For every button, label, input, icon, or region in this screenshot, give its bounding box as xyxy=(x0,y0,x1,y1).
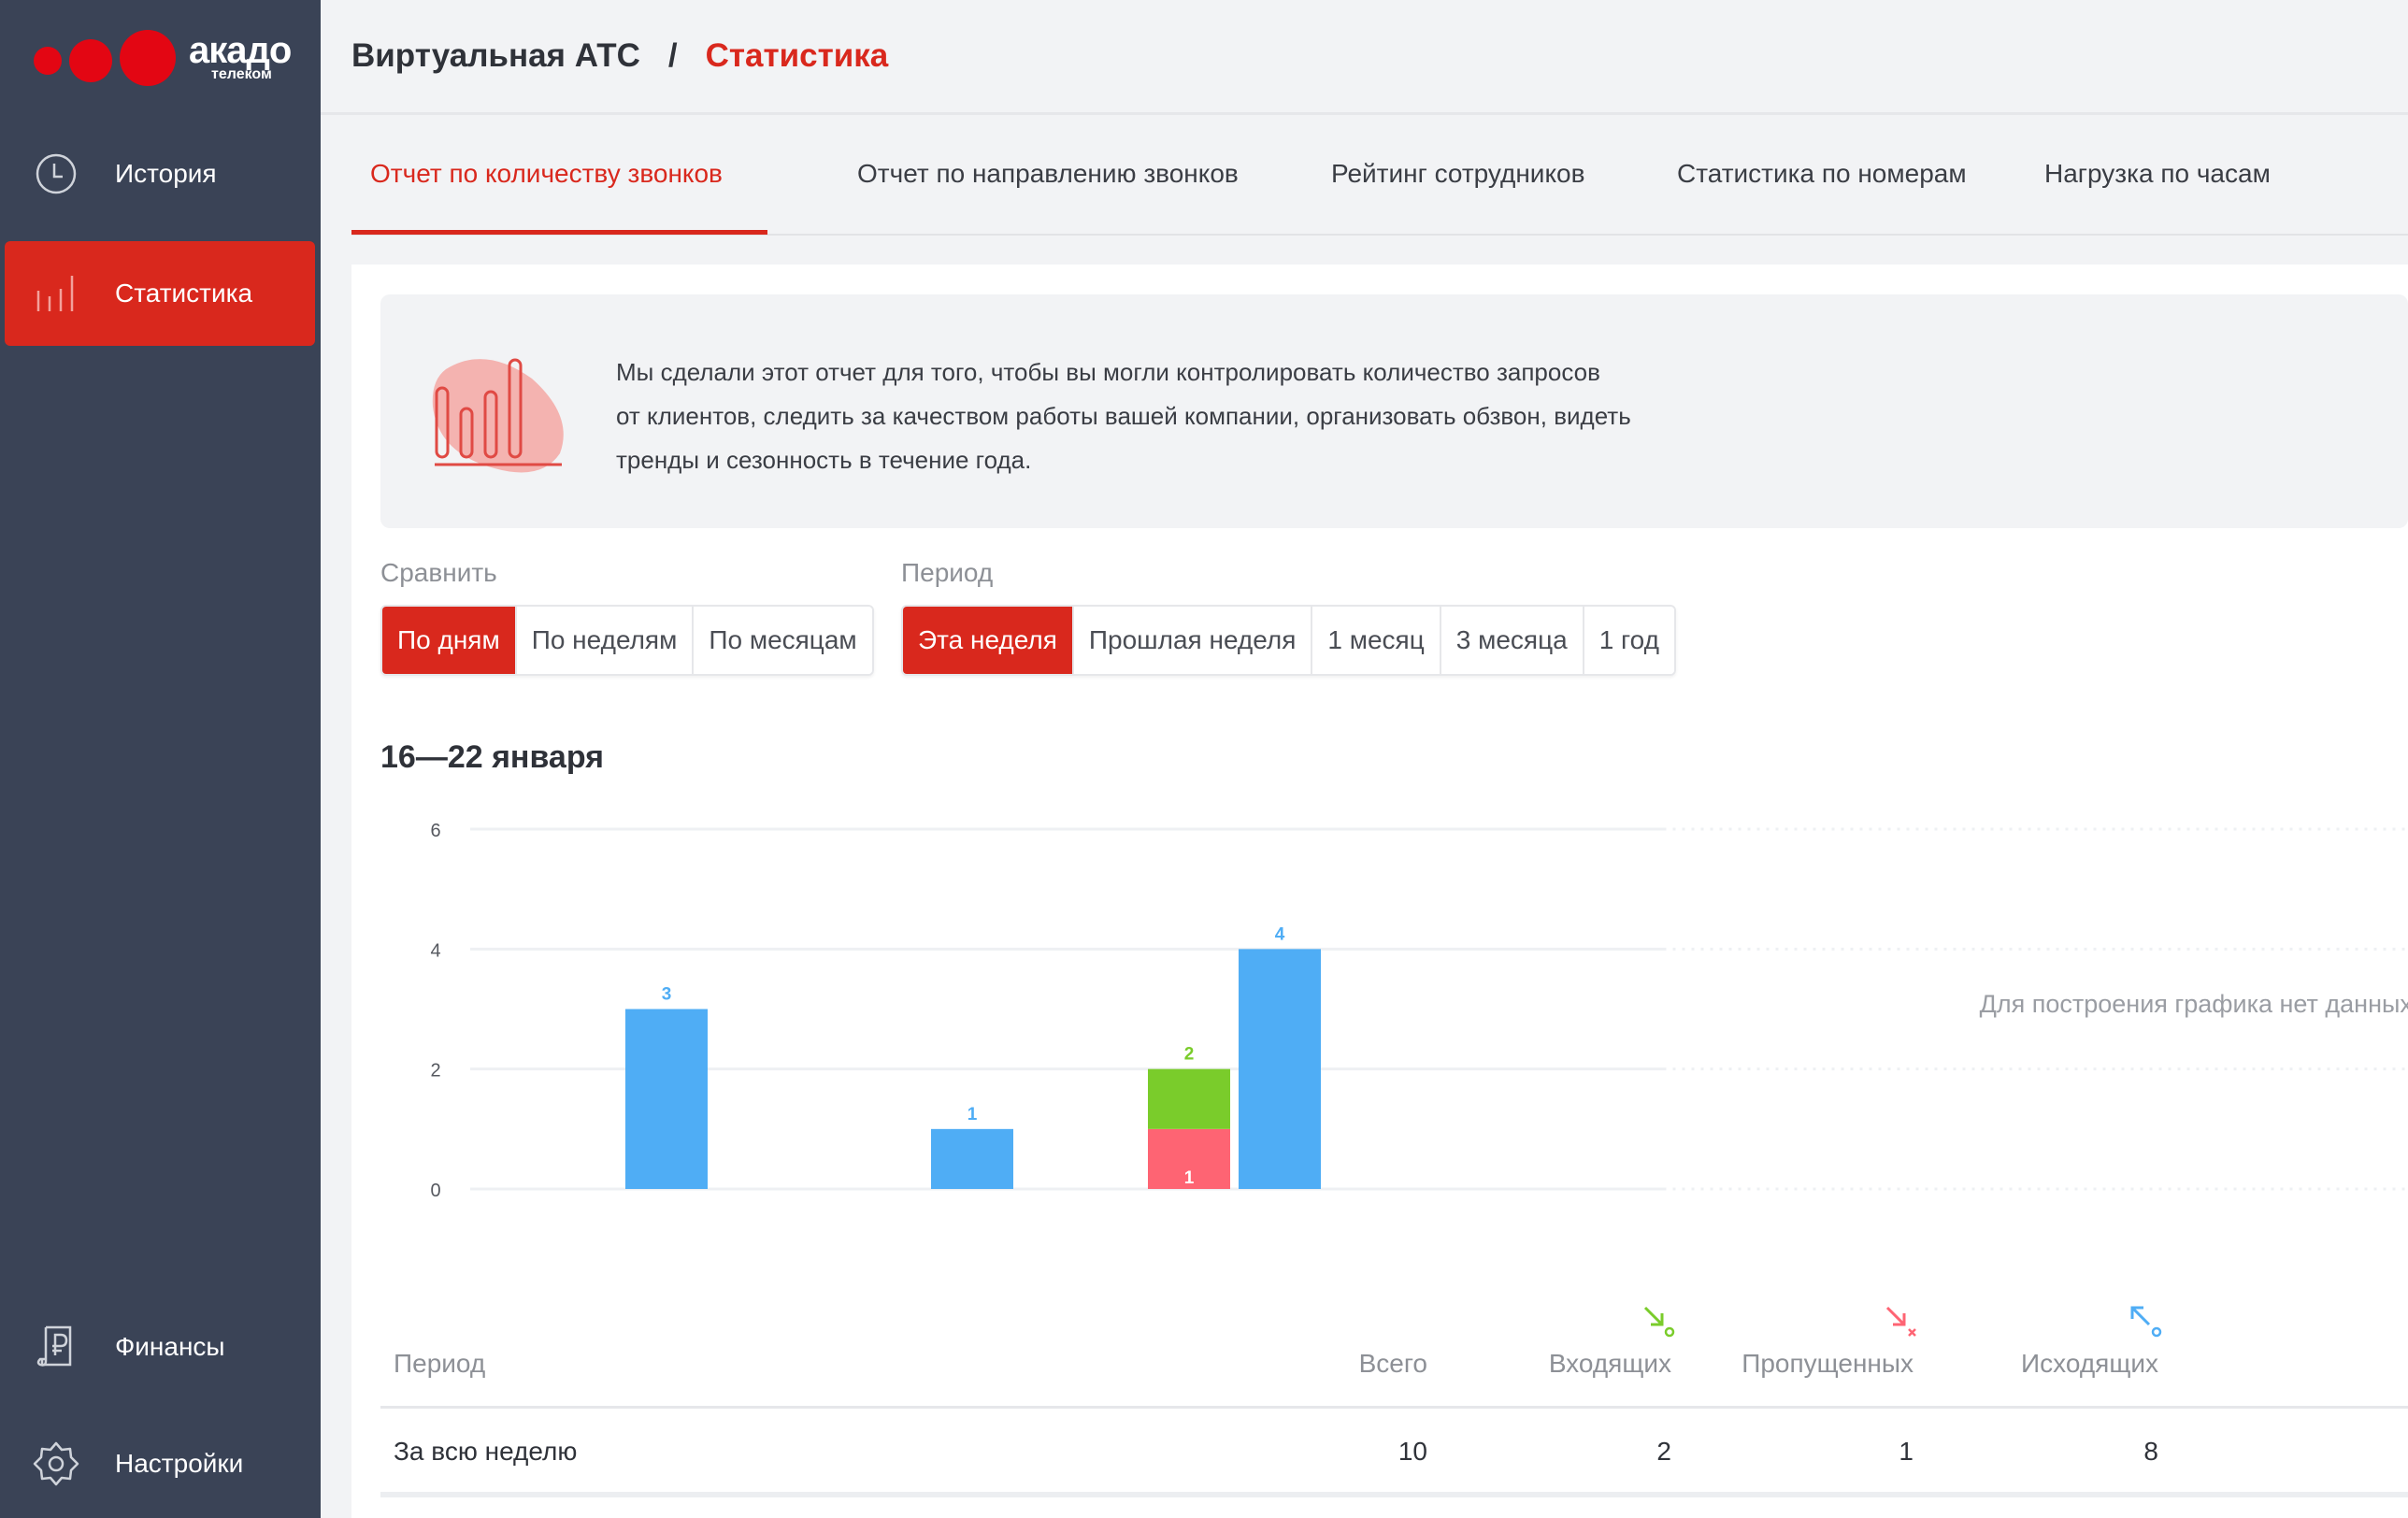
compare-option-months[interactable]: По месяцам xyxy=(694,607,872,674)
info-box: Мы сделали этот отчет для того, чтобы вы… xyxy=(380,294,2408,528)
bar-value-label: 1 xyxy=(1184,1168,1195,1188)
sidebar-item-settings[interactable]: Настройки xyxy=(5,1411,315,1516)
ruble-document-icon xyxy=(36,1325,72,1367)
col-incoming-label: Входящих xyxy=(1548,1349,1671,1378)
sidebar-item-finance[interactable]: Финансы xyxy=(5,1295,315,1399)
logo-subtext: телеком xyxy=(211,66,272,82)
sidebar: акадо телеком История Статистика Финансы… xyxy=(0,0,321,1518)
period-option-1-year[interactable]: 1 год xyxy=(1584,607,1674,674)
bar-outgoing xyxy=(931,1128,1013,1189)
breadcrumb-parent[interactable]: Виртуальная АТС xyxy=(351,37,640,74)
logo-text: акадо xyxy=(189,30,292,71)
tab-calls-count[interactable]: Отчет по количеству звонков xyxy=(370,159,723,189)
sidebar-item-label: Финансы xyxy=(115,1332,225,1361)
y-tick-label: 4 xyxy=(430,940,440,961)
active-tab-indicator xyxy=(351,230,767,235)
sidebar-item-label: Статистика xyxy=(115,279,253,308)
calls-bar-chart: 0246ПнВтСрЧтПтСб31124Для построения граф… xyxy=(430,821,2408,1201)
sidebar-item-label: История xyxy=(115,159,217,188)
cell-outgoing: 8 xyxy=(2143,1437,2158,1466)
period-option-last-week[interactable]: Прошлая неделя xyxy=(1073,607,1313,674)
clock-icon xyxy=(36,153,77,194)
chart-illustration-icon xyxy=(432,358,564,473)
sidebar-item-statistics[interactable]: Статистика xyxy=(5,241,315,346)
y-tick-label: 2 xyxy=(430,1061,440,1081)
bar-outgoing xyxy=(1239,949,1321,1189)
cell-missed: 1 xyxy=(1899,1437,1914,1466)
cell-total: 10 xyxy=(1398,1437,1427,1466)
tab-hourly-load[interactable]: Нагрузка по часам xyxy=(2044,159,2271,189)
outgoing-call-icon xyxy=(2130,1306,2162,1338)
compare-option-days[interactable]: По дням xyxy=(382,607,517,674)
breadcrumb-current: Статистика xyxy=(705,37,889,74)
logo[interactable]: акадо телеком xyxy=(34,28,295,88)
report-panel: Мы сделали этот отчет для того, чтобы вы… xyxy=(351,265,2408,1518)
gear-icon xyxy=(33,1441,79,1486)
report-tabs: Отчет по количеству звонков Отчет по нап… xyxy=(351,118,2408,236)
col-incoming: Входящих xyxy=(1548,1306,1675,1379)
col-outgoing: Исходящих xyxy=(2021,1306,2162,1379)
breadcrumb-separator: / xyxy=(667,37,678,74)
bar-outgoing xyxy=(625,1009,708,1189)
bar-value-label: 2 xyxy=(1184,1045,1195,1065)
period-option-3-months[interactable]: 3 месяца xyxy=(1440,607,1584,674)
header: Виртуальная АТС / Статистика xyxy=(321,0,2408,115)
no-data-message: Для построения графика нет данных. xyxy=(1980,990,2408,1018)
logo-dot xyxy=(69,39,112,82)
period-segmented-control: Эта неделя Прошлая неделя 1 месяц 3 меся… xyxy=(901,605,1676,676)
compare-segmented-control: По дням По неделям По месяцам xyxy=(380,605,874,676)
bar-value-label: 1 xyxy=(968,1105,978,1124)
info-text: Мы сделали этот отчет для того, чтобы вы… xyxy=(616,358,1631,474)
y-tick-label: 0 xyxy=(430,1181,440,1201)
bar-value-label: 3 xyxy=(662,985,672,1005)
logo-dot xyxy=(120,30,176,86)
col-outgoing-label: Исходящих xyxy=(2021,1349,2158,1378)
tab-calls-direction[interactable]: Отчет по направлению звонков xyxy=(857,159,1239,189)
compare-option-weeks[interactable]: По неделям xyxy=(516,607,695,674)
y-tick-label: 6 xyxy=(430,821,440,841)
bar-incoming xyxy=(1148,1068,1230,1129)
incoming-call-icon xyxy=(1643,1306,1675,1338)
compare-label: Сравнить xyxy=(380,558,497,587)
period-label: Период xyxy=(901,558,994,587)
col-period: Период xyxy=(394,1349,486,1378)
col-missed-label: Пропущенных xyxy=(1742,1349,1914,1378)
tab-employee-rating[interactable]: Рейтинг сотрудников xyxy=(1331,159,1584,189)
main-area: Виртуальная АТС / Статистика Отчет по коли… xyxy=(321,0,2408,1518)
table-row: За всю неделю 10 2 1 8 xyxy=(380,1409,2408,1497)
cell-period: За всю неделю xyxy=(394,1437,578,1466)
cell-incoming: 2 xyxy=(1656,1437,1671,1466)
sidebar-item-label: Настройки xyxy=(115,1449,244,1478)
missed-call-icon xyxy=(1885,1306,1916,1337)
period-title: 16—22 января xyxy=(380,739,604,775)
logo-dot xyxy=(34,47,62,75)
bar-value-label: 4 xyxy=(1275,924,1285,944)
tab-numbers-stats[interactable]: Статистика по номерам xyxy=(1677,159,1967,189)
breadcrumb: Виртуальная АТС / Статистика xyxy=(351,37,888,75)
bar-chart-icon xyxy=(36,276,74,311)
col-missed: Пропущенных xyxy=(1742,1306,1916,1379)
period-option-this-week[interactable]: Эта неделя xyxy=(903,607,1074,674)
col-total: Всего xyxy=(1358,1349,1427,1378)
period-option-1-month[interactable]: 1 месяц xyxy=(1312,607,1441,674)
sidebar-item-history[interactable]: История xyxy=(5,122,315,226)
summary-table-header: Период Всего Входящих Пропущенных Исходя… xyxy=(380,1306,2408,1409)
